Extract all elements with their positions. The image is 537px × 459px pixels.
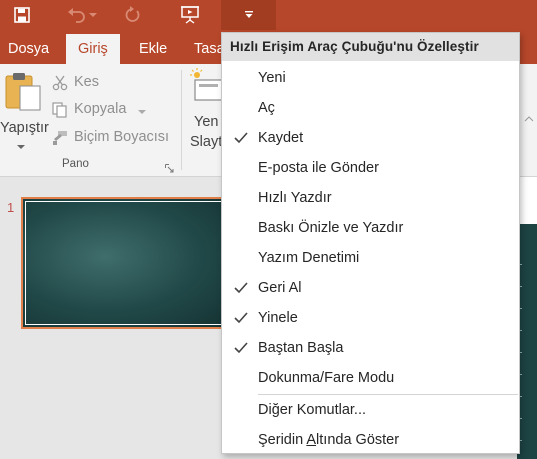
chevron-down-icon: [138, 110, 146, 114]
clipboard-icon: [5, 73, 41, 111]
checkmark-icon: [234, 282, 248, 294]
menu-item-label: Baştan Başla: [258, 340, 344, 356]
menu-item-label: Şeridin Altında Göster: [258, 432, 400, 448]
checkmark-icon: [234, 342, 248, 354]
save-button[interactable]: [7, 0, 37, 30]
slide-thumbnail[interactable]: [21, 197, 231, 329]
paste-label: Yapıştır: [0, 120, 49, 136]
slide-canvas-guide: [520, 264, 522, 444]
tab-insert[interactable]: Ekle: [131, 34, 175, 64]
menu-item-redo[interactable]: Yinele: [222, 303, 519, 333]
clipboard-group-label: Pano: [62, 158, 89, 170]
cut-label: Kes: [74, 74, 99, 90]
editor-top-area: [517, 177, 537, 224]
tab-file[interactable]: Dosya: [0, 34, 57, 64]
ribbon-right-edge: [520, 64, 537, 176]
customize-qat-menu: Hızlı Erişim Araç Çubuğu'nu Özelleştir Y…: [221, 32, 520, 454]
menu-item-show-below-ribbon[interactable]: Şeridin Altında Göster: [222, 425, 519, 455]
new-slide-label-line1: Yen: [194, 114, 219, 130]
menu-item-undo[interactable]: Geri Al: [222, 273, 519, 303]
menu-header: Hızlı Erişim Araç Çubuğu'nu Özelleştir: [222, 33, 519, 61]
menu-item-more-commands[interactable]: Diğer Komutlar...: [222, 395, 519, 425]
from-beginning-button[interactable]: [175, 0, 205, 30]
format-painter-label: Biçim Boyacısı: [74, 129, 170, 145]
menu-item-label: E-posta ile Gönder: [258, 160, 379, 176]
quick-access-toolbar: [0, 0, 537, 30]
checkmark-icon: [234, 132, 248, 144]
chevron-down-icon: [17, 145, 25, 149]
clipboard-dialog-launcher[interactable]: [165, 160, 175, 173]
undo-icon: [68, 8, 85, 23]
copy-label: Kopyala: [74, 101, 127, 117]
menu-item-quick-print[interactable]: Hızlı Yazdır: [222, 183, 519, 213]
tab-home[interactable]: Giriş: [66, 34, 120, 64]
menu-item-label: Geri Al: [258, 280, 302, 296]
menu-item-label: Dokunma/Fare Modu: [258, 370, 395, 386]
menu-item-label: Hızlı Yazdır: [258, 190, 332, 206]
menu-item-touch-mode[interactable]: Dokunma/Fare Modu: [222, 363, 519, 393]
ribbon-scroll-icon: [524, 116, 534, 122]
paste-button[interactable]: Yapıştır: [0, 70, 49, 152]
menu-item-new[interactable]: Yeni: [222, 63, 519, 93]
redo-button[interactable]: [118, 0, 148, 30]
customize-qat-button[interactable]: [221, 0, 276, 30]
menu-item-label: Aç: [258, 100, 275, 116]
menu-item-label: Baskı Önizle ve Yazdır: [258, 220, 404, 236]
menu-item-spelling[interactable]: Yazım Denetimi: [222, 243, 519, 273]
new-slide-icon: [190, 68, 222, 101]
cut-button[interactable]: Kes: [52, 72, 172, 94]
menu-item-label: Yeni: [258, 70, 286, 86]
format-painter-icon: [53, 131, 67, 145]
group-divider: [181, 70, 182, 170]
menu-item-save[interactable]: Kaydet: [222, 123, 519, 153]
redo-icon: [125, 6, 140, 22]
scissors-icon: [52, 75, 68, 91]
undo-dropdown-button[interactable]: [86, 0, 100, 30]
menu-item-label: Diğer Komutlar...: [258, 402, 367, 418]
menu-item-open[interactable]: Aç: [222, 93, 519, 123]
save-icon: [14, 7, 30, 23]
menu-item-print-preview[interactable]: Baskı Önizle ve Yazdır: [222, 213, 519, 243]
menu-item-label: Yinele: [258, 310, 298, 326]
copy-button[interactable]: Kopyala: [52, 99, 172, 121]
dialog-launcher-icon: [165, 164, 174, 173]
presentation-icon: [181, 6, 199, 24]
slide-number: 1: [7, 200, 15, 215]
chevron-down-icon: [89, 13, 97, 17]
menu-item-label: Kaydet: [258, 130, 304, 146]
customize-dropdown-icon: [244, 11, 253, 18]
checkmark-icon: [234, 312, 248, 324]
copy-icon: [52, 102, 67, 118]
menu-item-from-beginning[interactable]: Baştan Başla: [222, 333, 519, 363]
format-painter-button[interactable]: Biçim Boyacısı: [52, 127, 177, 149]
new-slide-button[interactable]: Yen Slayt: [190, 68, 222, 154]
new-slide-label-line2: Slayt: [190, 134, 223, 150]
menu-item-email[interactable]: E-posta ile Gönder: [222, 153, 519, 183]
slide-thumbnail-frame: [25, 201, 227, 325]
menu-item-label: Yazım Denetimi: [258, 250, 360, 266]
